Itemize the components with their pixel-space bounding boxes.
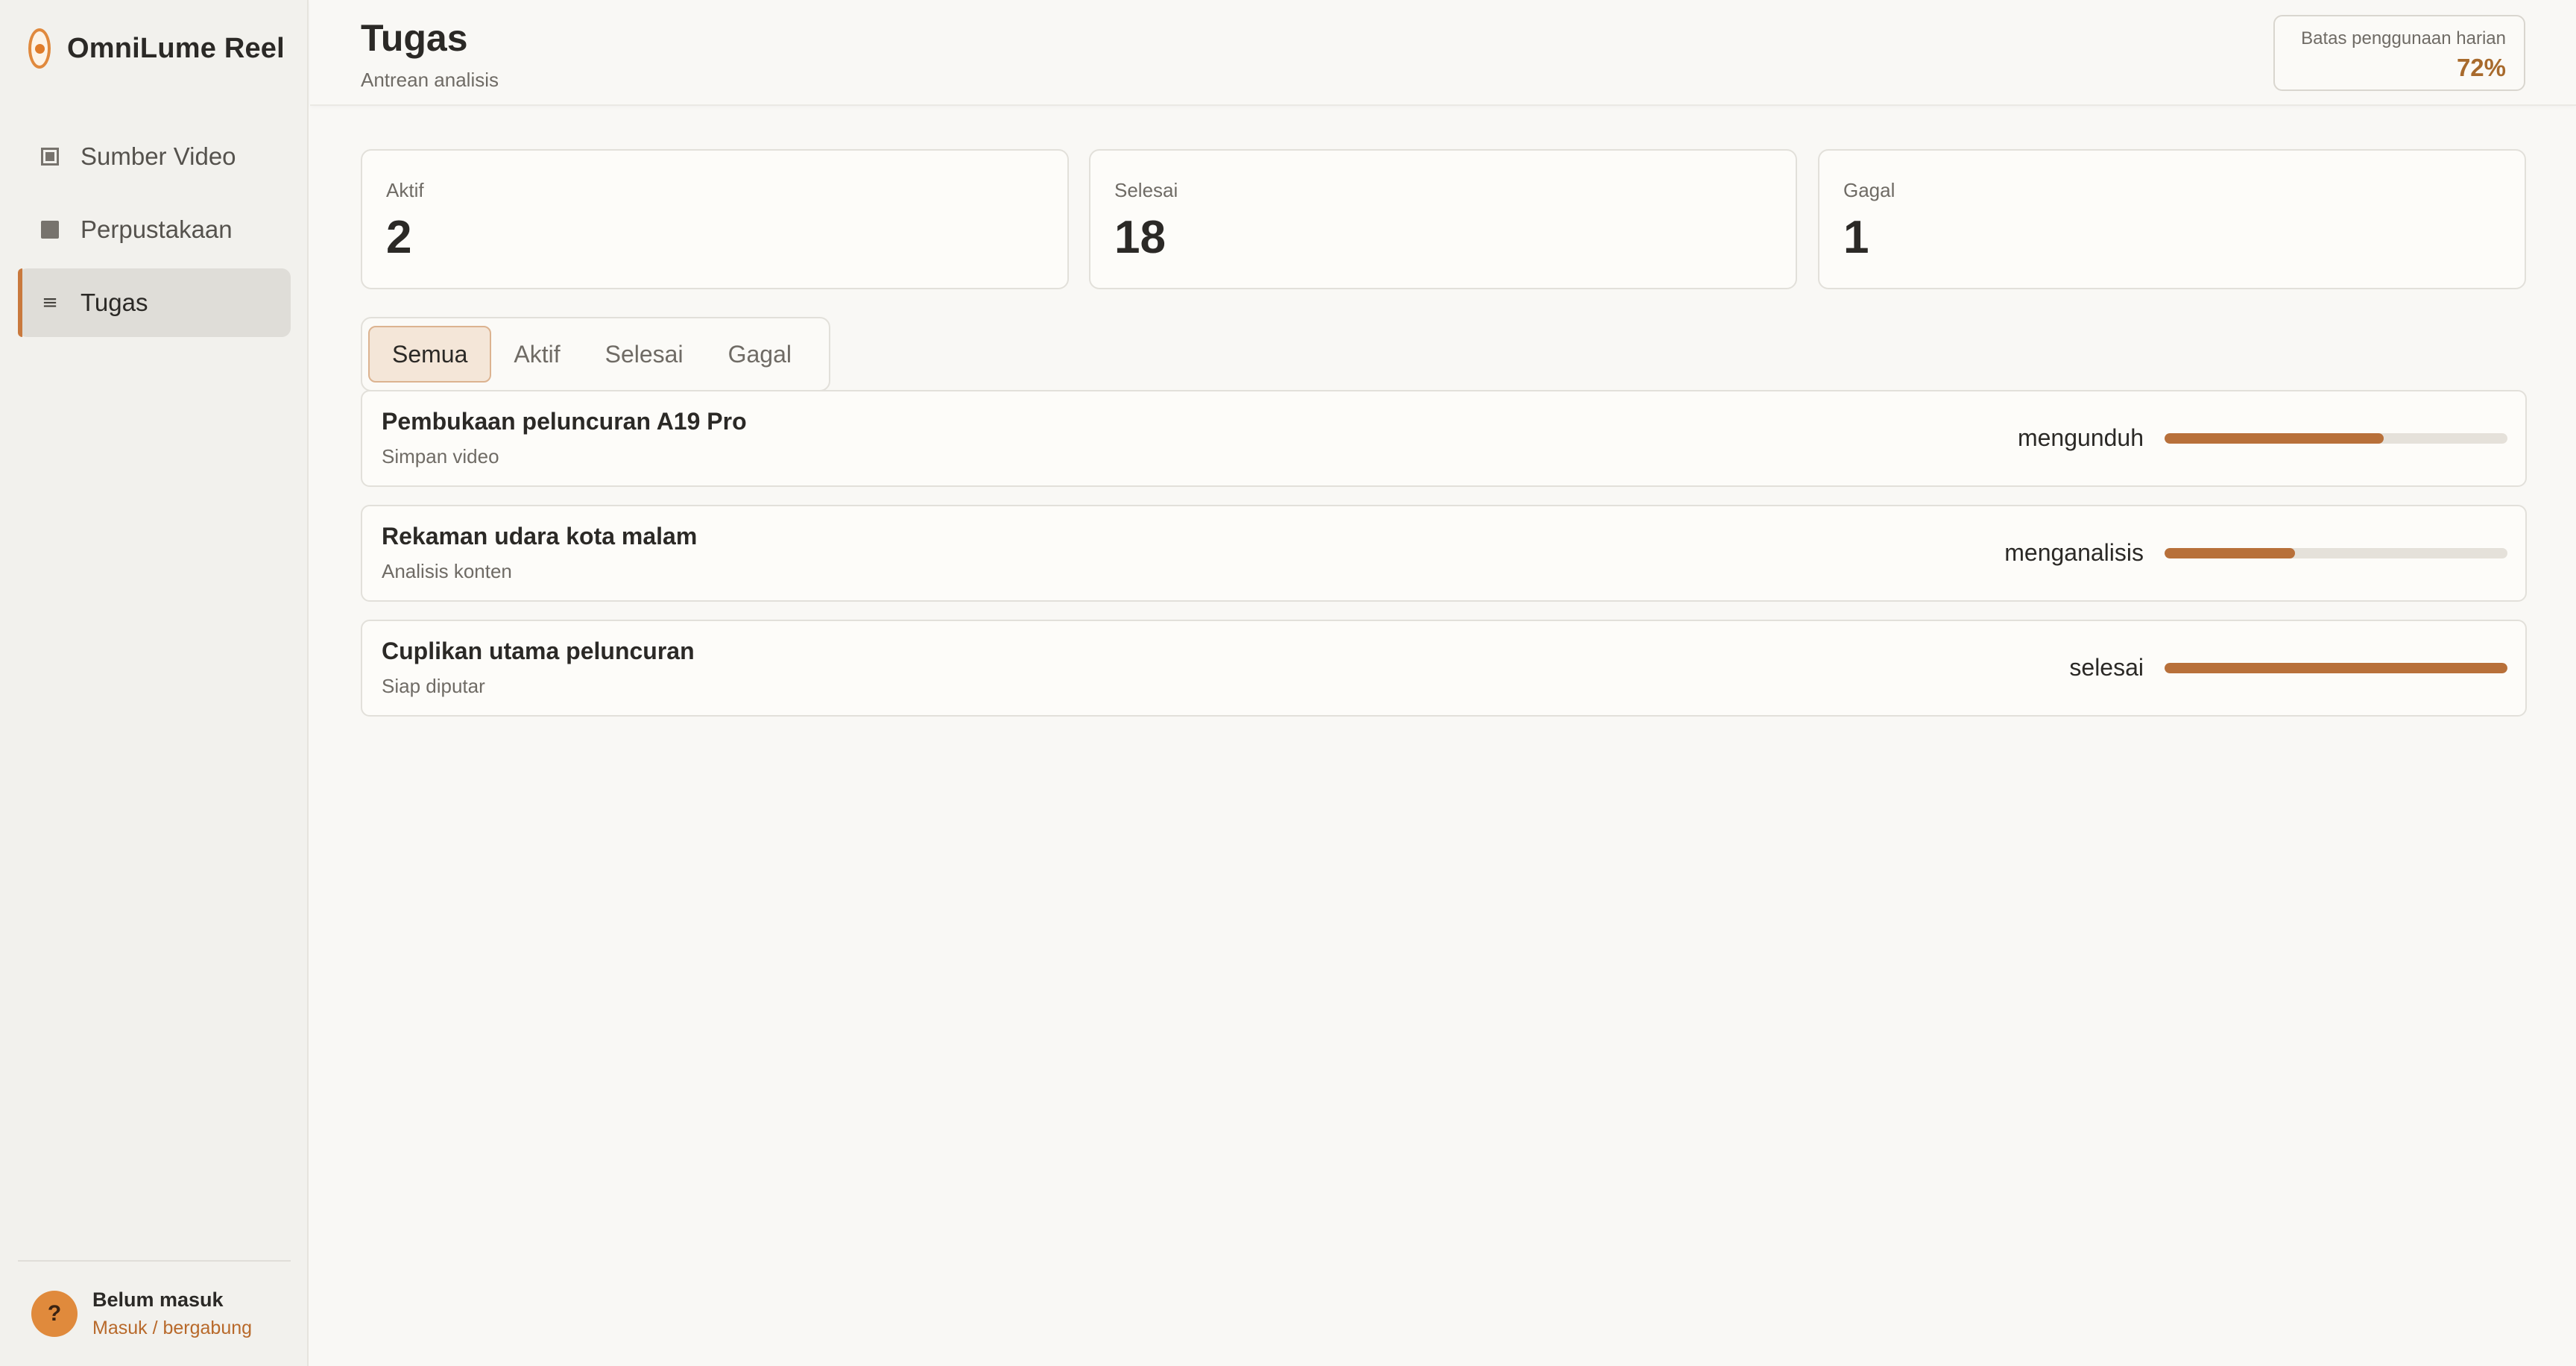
stat-card-aktif: Aktif 2: [361, 149, 1069, 289]
task-subtitle: Siap diputar: [382, 675, 485, 697]
stat-value: 1: [1843, 212, 1869, 263]
stat-card-gagal: Gagal 1: [1818, 149, 2526, 289]
list-lines-icon: ≡: [42, 292, 58, 314]
stat-value: 2: [386, 212, 412, 263]
tab-gagal[interactable]: Gagal: [706, 326, 814, 383]
sidebar-divider: [18, 1260, 291, 1262]
brand-name: OmniLume Reel: [67, 32, 285, 64]
task-title: Pembukaan peluncuran A19 Pro: [382, 408, 747, 435]
task-progress-fill: [2165, 548, 2295, 558]
task-progress-bar: [2165, 433, 2507, 444]
stat-card-selesai: Selesai 18: [1089, 149, 1797, 289]
avatar[interactable]: ?: [31, 1291, 78, 1337]
task-subtitle: Simpan video: [382, 445, 499, 468]
stat-label: Gagal: [1843, 179, 1895, 201]
library-square-icon: [40, 220, 60, 239]
page-subtitle: Antrean analisis: [361, 69, 499, 91]
brand[interactable]: OmniLume Reel: [28, 27, 285, 70]
usage-value: 72%: [2456, 54, 2506, 81]
sidebar: OmniLume Reel Sumber Video Perpustakaan …: [0, 0, 309, 1366]
task-row[interactable]: Cuplikan utama peluncuran Siap diputar s…: [361, 620, 2527, 717]
sidebar-item-sumber-video[interactable]: Sumber Video: [18, 122, 291, 191]
video-frame-icon: [40, 147, 60, 166]
stat-label: Aktif: [386, 179, 424, 201]
stat-label: Selesai: [1114, 179, 1178, 201]
sidebar-nav: Sumber Video Perpustakaan ≡ Tugas: [18, 122, 291, 342]
daily-usage-box: Batas penggunaan harian 72%: [2273, 15, 2525, 91]
task-progress-bar: [2165, 548, 2507, 558]
task-title: Rekaman udara kota malam: [382, 523, 698, 550]
page-title: Tugas: [361, 17, 468, 59]
user-info: Belum masuk Masuk / bergabung: [92, 1288, 252, 1339]
task-progress-fill: [2165, 433, 2384, 444]
task-subtitle: Analisis konten: [382, 560, 512, 582]
task-row[interactable]: Pembukaan peluncuran A19 Pro Simpan vide…: [361, 390, 2527, 487]
login-link[interactable]: Masuk / bergabung: [92, 1318, 252, 1339]
task-status: menganalisis: [2004, 539, 2144, 566]
user-name: Belum masuk: [92, 1288, 224, 1311]
task-status: selesai: [2069, 654, 2144, 681]
sidebar-item-label: Sumber Video: [80, 142, 236, 170]
sidebar-item-label: Perpustakaan: [80, 215, 233, 243]
tab-aktif[interactable]: Aktif: [491, 326, 582, 383]
filter-tabs: Semua Aktif Selesai Gagal: [361, 317, 830, 391]
sidebar-item-tugas[interactable]: ≡ Tugas: [18, 268, 291, 337]
task-progress-bar: [2165, 663, 2507, 673]
task-title: Cuplikan utama peluncuran: [382, 638, 695, 664]
task-status: mengunduh: [2017, 424, 2144, 451]
stat-value: 18: [1114, 212, 1166, 263]
sidebar-item-perpustakaan[interactable]: Perpustakaan: [18, 195, 291, 264]
tab-semua[interactable]: Semua: [368, 326, 492, 383]
page-header: Tugas Antrean analisis Batas penggunaan …: [310, 0, 2576, 106]
app-root: OmniLume Reel Sumber Video Perpustakaan …: [0, 0, 2576, 1366]
omnilume-logo-icon: [28, 28, 51, 69]
task-progress-fill: [2165, 663, 2507, 673]
user-box[interactable]: ? Belum masuk Masuk / bergabung: [31, 1288, 252, 1339]
tab-selesai[interactable]: Selesai: [583, 326, 706, 383]
usage-label: Batas penggunaan harian: [2301, 28, 2506, 48]
sidebar-item-label: Tugas: [80, 289, 148, 316]
task-row[interactable]: Rekaman udara kota malam Analisis konten…: [361, 505, 2527, 602]
